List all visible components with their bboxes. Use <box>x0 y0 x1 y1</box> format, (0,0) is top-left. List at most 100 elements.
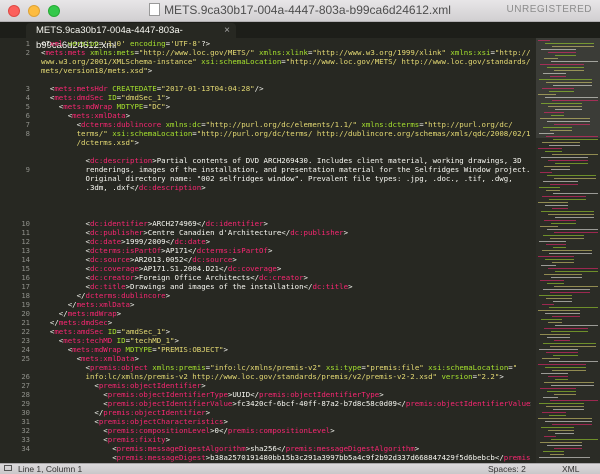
code-line[interactable]: <dc:description>Partial contents of DVD … <box>41 156 522 165</box>
line-number: 24 <box>21 345 30 354</box>
code-token: "premis:file" <box>365 363 424 372</box>
code-line[interactable]: <dc:publisher>Centre Canadien d'Architec… <box>41 228 348 237</box>
code-line[interactable]: <premis:object xmlns:premis="info:lc/xml… <box>41 363 517 372</box>
code-line[interactable]: <dc:source>AR2013.0052</dc:source> <box>41 255 236 264</box>
code-line[interactable]: <dc:coverage>AP171.S1.2004.D21</dc:cover… <box>41 264 281 273</box>
code-token: < <box>41 102 64 111</box>
code-line[interactable]: info:lc/xmlns/premis-v2 http://www.loc.g… <box>41 372 504 381</box>
code-token: < <box>41 399 108 408</box>
code-token: mets:dmdSec <box>54 93 104 102</box>
code-line[interactable]: <dc:identifier>ARCH274969</dc:identifier… <box>41 219 268 228</box>
code-line[interactable]: <dc:date>1999/2009</dc:date> <box>41 237 210 246</box>
code-line[interactable]: <premis:objectIdentifierValue>fc3420cf-6… <box>41 399 531 408</box>
minimap-line <box>546 82 592 83</box>
code-token: dc:source <box>192 255 233 264</box>
code-text-area[interactable]: <?xml version='1.0' encoding='UTF-8'?> <m… <box>41 38 531 463</box>
code-line[interactable]: <dcterms:isPartOf>AP171</dcterms:isPartO… <box>41 246 272 255</box>
code-token: version <box>437 372 473 381</box>
code-token: dc:creator <box>89 273 135 282</box>
code-token: dcterms:dublincore <box>81 120 162 129</box>
minimap-line <box>549 199 586 200</box>
indentation-setting[interactable]: Spaces: 2 <box>488 464 526 474</box>
code-line[interactable]: <premis:messageDigest>b38a2570191480bb15… <box>41 453 531 462</box>
window-title-text: METS.9ca30b17-004a-4447-803a-b99ca6d2461… <box>164 3 451 17</box>
code-line[interactable]: terms/" xsi:schemaLocation="http://purl.… <box>41 129 531 138</box>
tab-close-icon[interactable]: × <box>224 23 230 38</box>
code-line[interactable]: </premis:objectIdentifier> <box>41 408 210 417</box>
code-token: dc:coverage <box>227 264 277 273</box>
minimap-line <box>541 157 588 158</box>
minimap-line <box>549 307 598 308</box>
minimap-line <box>547 337 570 338</box>
code-line[interactable]: </mets:mdWrap> <box>41 309 121 318</box>
code-line[interactable]: <premis:compositionLevel>0</premis:compo… <box>41 426 334 435</box>
tab-mets-xml[interactable]: METS.9ca30b17-004a-4447-803a-b99ca6d2461… <box>26 23 236 51</box>
line-number: 33 <box>21 435 30 444</box>
code-token: > <box>165 93 171 102</box>
code-token: "http://www.loc.gov/METS/" <box>138 48 255 57</box>
code-line[interactable]: mets/version18/mets.xsd"> <box>41 66 152 75</box>
minimap-line <box>547 229 598 230</box>
code-line[interactable]: <mets:techMD ID="techMD_1"> <box>41 336 179 345</box>
code-line[interactable]: <premis:objectIdentifier> <box>41 381 205 390</box>
minimap-line <box>549 145 580 146</box>
code-token: > <box>530 399 531 408</box>
code-token: < <box>41 444 117 453</box>
code-line[interactable]: Original directory name: "002 selfridges… <box>41 174 512 183</box>
minimap-line <box>540 226 558 227</box>
minimap-line <box>543 397 558 398</box>
minimap-line <box>541 373 568 374</box>
code-line[interactable]: <dc:title>Drawings and images of the ins… <box>41 282 352 291</box>
minimap-line <box>552 208 568 209</box>
minimap-line <box>544 112 564 113</box>
code-token: > <box>499 372 504 381</box>
code-line[interactable]: <premis:objectIdentifierType>UUID</premi… <box>41 390 383 399</box>
code-token: xmlns:dc <box>161 120 202 129</box>
syntax-selector[interactable]: XML <box>562 464 579 474</box>
code-editor[interactable]: 1 2 3 4 5 6 7 8 9 10 11 12 13 14 15 16 17 18 19 20 21 22 23 24 2… <box>0 38 600 463</box>
line-number: 3 <box>25 84 30 93</box>
minimap-line <box>548 52 576 53</box>
code-token: premis:fixity <box>107 435 166 444</box>
code-line[interactable]: <dcterms:dublincore xmlns:dc="http://pur… <box>41 120 513 129</box>
code-line[interactable]: </dcterms:dublincore> <box>41 291 170 300</box>
code-line[interactable]: www.w3.org/2001/XMLSchema-instance" xsi:… <box>41 57 530 66</box>
code-line[interactable]: <mets:mdWrap MDTYPE="DC"> <box>41 102 170 111</box>
code-line[interactable]: .3dm, .dxf</dc:description> <box>41 183 205 192</box>
code-line[interactable]: <mets:amdSec ID="amdSec_1"> <box>41 327 170 336</box>
code-line[interactable]: <?xml version='1.0' encoding='UTF-8'?> <box>41 39 210 48</box>
code-line[interactable]: /dcterms.xsd"> <box>41 138 139 147</box>
panel-toggle-icon[interactable] <box>4 465 12 471</box>
minimap-line <box>546 298 572 299</box>
code-line[interactable]: </mets:dmdSec> <box>41 318 112 327</box>
code-line[interactable]: renderings, images of the installation, … <box>41 165 530 174</box>
code-line[interactable]: <premis:messageDigestAlgorithm>sha256</p… <box>41 444 419 453</box>
minimap-line <box>555 163 588 164</box>
code-line[interactable]: </mets:xmlData> <box>41 300 135 309</box>
code-token: premis:messageDigestAlgorithm <box>116 444 246 453</box>
code-token: "http://purl.org/dc/ <box>423 120 513 129</box>
code-line[interactable]: <mets:mets xmlns:mets="http://www.loc.go… <box>41 48 531 57</box>
minimap-line <box>543 181 578 182</box>
code-line[interactable]: <mets:dmdSec ID="dmdSec_1"> <box>41 93 170 102</box>
code-token: >ARCH274969</ <box>147 219 206 228</box>
code-line[interactable]: <mets:xmlData> <box>41 354 139 363</box>
minimap-line <box>550 130 572 131</box>
minimap-line <box>539 241 566 242</box>
code-token: mets:amdSec <box>54 327 104 336</box>
code-line[interactable]: <mets:mdWrap MDTYPE="PREMIS:OBJECT"> <box>41 345 228 354</box>
code-line[interactable]: <dc:creator>Foreign Office Architects</d… <box>41 273 308 282</box>
minimap[interactable] <box>536 38 600 463</box>
code-token: xmlns:premis <box>147 363 206 372</box>
code-line[interactable]: <premis:fixity> <box>41 435 170 444</box>
code-line[interactable]: <mets:xmlData> <box>41 111 130 120</box>
code-line[interactable]: <premis:objectCharacteristics> <box>41 417 228 426</box>
code-token: >Partial contents of DVD ARCH269430. Inc… <box>152 156 522 165</box>
minimap-line <box>544 328 588 329</box>
code-line[interactable]: <mets:metsHdr CREATEDATE="2017-01-13T04:… <box>41 84 264 93</box>
minimap-line <box>549 415 566 416</box>
line-number: 2 <box>25 48 30 57</box>
code-token: >Foreign Office Architects</ <box>134 273 260 282</box>
minimap-line <box>549 91 574 92</box>
line-number: 27 <box>21 381 30 390</box>
